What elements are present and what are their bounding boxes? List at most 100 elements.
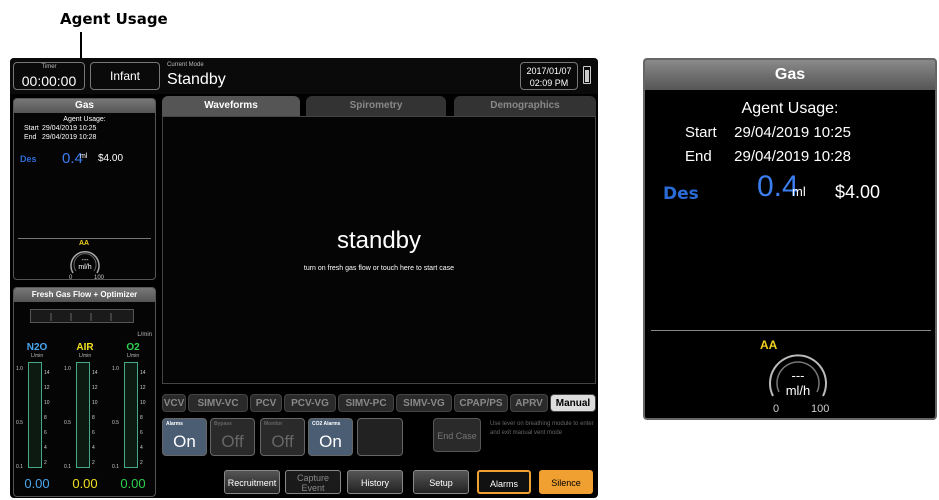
- agent-usage-label: Agent Usage:: [63, 116, 106, 123]
- zoom-end-label: End: [685, 148, 712, 165]
- capture-line2: Event: [301, 483, 325, 493]
- monitor-toggle-value: Off: [271, 432, 294, 451]
- co2-alarms-toggle-value: On: [319, 432, 342, 451]
- bypass-toggle[interactable]: Bypass Off: [210, 418, 255, 456]
- zoom-agent-volume-unit: ml: [792, 184, 806, 199]
- end-label: End: [24, 134, 37, 141]
- tube-scale: 2: [140, 460, 143, 466]
- co2-alarms-toggle-label: CO2 Alarms: [312, 421, 341, 427]
- end-case-button[interactable]: End Case: [433, 418, 481, 452]
- o2-label: O2: [126, 342, 140, 353]
- alarms-button[interactable]: Alarms: [477, 470, 531, 494]
- scale-label: 0.1: [16, 464, 23, 470]
- scale-label: 1.0: [64, 366, 71, 372]
- tube-scale: 8: [140, 415, 143, 421]
- zoom-gas-title: Gas: [645, 60, 935, 90]
- tube-scale: 10: [44, 400, 50, 406]
- tube-scale: 12: [140, 385, 146, 391]
- monitor-toggle[interactable]: Monitor Off: [260, 418, 305, 456]
- divider: [18, 238, 151, 239]
- end-value: 29/04/2019 10:28: [41, 134, 97, 141]
- tube-scale: 4: [140, 445, 143, 451]
- tube-scale: 4: [92, 445, 95, 451]
- tube-scale: 14: [44, 370, 50, 376]
- o2-unit: L/min: [126, 353, 140, 359]
- gas-panel[interactable]: Gas Agent Usage: Start 29/04/2019 10:25 …: [13, 98, 156, 281]
- end-row: End 29/04/2019 10:28: [24, 134, 96, 141]
- alarms-toggle-value: On: [173, 432, 196, 451]
- tube-scale: 6: [92, 430, 95, 436]
- tube-scale: 8: [92, 415, 95, 421]
- alarms-toggle[interactable]: Alarms On: [162, 418, 207, 456]
- start-row: Start 29/04/2019 10:25: [24, 125, 96, 132]
- history-button[interactable]: History: [347, 470, 403, 494]
- silence-button[interactable]: Silence: [539, 470, 593, 494]
- aa-gauge-value: --- ml/h: [78, 257, 92, 271]
- air-label: AIR: [76, 342, 94, 353]
- anesthesia-screen: Timer 00:00:00 Infant Current Mode Stand…: [10, 58, 598, 498]
- mode-pcv[interactable]: PCV: [250, 394, 282, 412]
- n2o-label: N2O: [26, 342, 48, 353]
- datetime-button[interactable]: 2017/01/07 02:09 PM: [520, 62, 578, 90]
- tube-scale: 14: [92, 370, 98, 376]
- optimizer-bar: [30, 309, 134, 323]
- date-value: 2017/01/07: [526, 66, 572, 76]
- zoom-gauge-value: --- ml/h: [785, 368, 811, 398]
- scale-label: 1.0: [16, 366, 23, 372]
- tube-scale: 2: [44, 460, 47, 466]
- end-case-note: Use lever on breathing module to enter a…: [490, 421, 594, 436]
- tube-scale: 12: [92, 385, 98, 391]
- zoomed-gas-panel: Gas Agent Usage: Start 29/04/2019 10:25 …: [643, 58, 937, 420]
- caption-pointer: [80, 32, 82, 58]
- empty-slot-button[interactable]: [357, 418, 403, 456]
- waveform-area[interactable]: standby turn on fresh gas flow or touch …: [162, 116, 596, 384]
- zoom-start-label: Start: [685, 124, 717, 141]
- tab-demographics[interactable]: Demographics: [454, 96, 596, 116]
- aa-label: AA: [79, 240, 90, 247]
- start-label: Start: [24, 125, 39, 132]
- fresh-gas-title: Fresh Gas Flow + Optimizer: [14, 288, 155, 302]
- alarms-toggle-label: Alarms: [166, 421, 183, 427]
- gauge-min: 0: [69, 275, 73, 281]
- tab-waveforms[interactable]: Waveforms: [162, 96, 300, 116]
- standby-text: standby: [336, 227, 422, 254]
- patient-type-button[interactable]: Infant: [90, 62, 160, 90]
- battery-icon: [583, 66, 591, 84]
- o2-value: 0.00: [120, 476, 146, 491]
- zoom-gauge-min: 0: [773, 403, 780, 415]
- tube-scale: 6: [44, 430, 47, 436]
- mode-pcv-vg[interactable]: PCV-VG: [284, 394, 336, 412]
- scale-label: 1.0: [112, 366, 119, 372]
- current-mode-value: Standby: [167, 71, 226, 88]
- tab-spirometry[interactable]: Spirometry: [306, 96, 446, 116]
- co2-alarms-toggle[interactable]: CO2 Alarms On: [308, 418, 353, 456]
- zoom-end-row: End 29/04/2019 10:28: [685, 148, 851, 165]
- bypass-toggle-label: Bypass: [214, 421, 232, 427]
- mode-cpap-ps[interactable]: CPAP/PS: [454, 394, 508, 412]
- zoom-agent-name: Des: [663, 184, 699, 204]
- capture-line1: Capture: [296, 473, 330, 483]
- aa-gauge: --- ml/h: [68, 247, 102, 277]
- top-bar: Timer 00:00:00 Infant Current Mode Stand…: [10, 58, 598, 94]
- o2-flow-tube: [124, 362, 138, 468]
- zoom-start-row: Start 29/04/2019 10:25: [685, 124, 851, 141]
- n2o-unit: L/min: [30, 353, 44, 359]
- time-value: 02:09 PM: [529, 78, 569, 88]
- tube-scale: 10: [140, 400, 146, 406]
- mode-simv-vc[interactable]: SIMV-VC: [188, 394, 248, 412]
- tube-scale: 14: [140, 370, 146, 376]
- mode-simv-vg[interactable]: SIMV-VG: [396, 394, 452, 412]
- mode-simv-pc[interactable]: SIMV-PC: [338, 394, 394, 412]
- setup-button[interactable]: Setup: [413, 470, 469, 494]
- mode-vcv[interactable]: VCV: [162, 394, 186, 412]
- mode-manual[interactable]: Manual: [550, 394, 596, 412]
- recruitment-button[interactable]: Recruitment: [224, 470, 280, 494]
- timer-label: Timer: [41, 64, 57, 70]
- air-value: 0.00: [72, 476, 98, 491]
- tube-scale: 4: [44, 445, 47, 451]
- mode-aprv[interactable]: APRV: [510, 394, 548, 412]
- timer-value: 00:00:00: [21, 73, 77, 89]
- timer-button[interactable]: Timer 00:00:00: [13, 62, 85, 90]
- zoom-start-value: 29/04/2019 10:25: [734, 124, 851, 141]
- capture-event-button[interactable]: Capture Event: [285, 470, 341, 494]
